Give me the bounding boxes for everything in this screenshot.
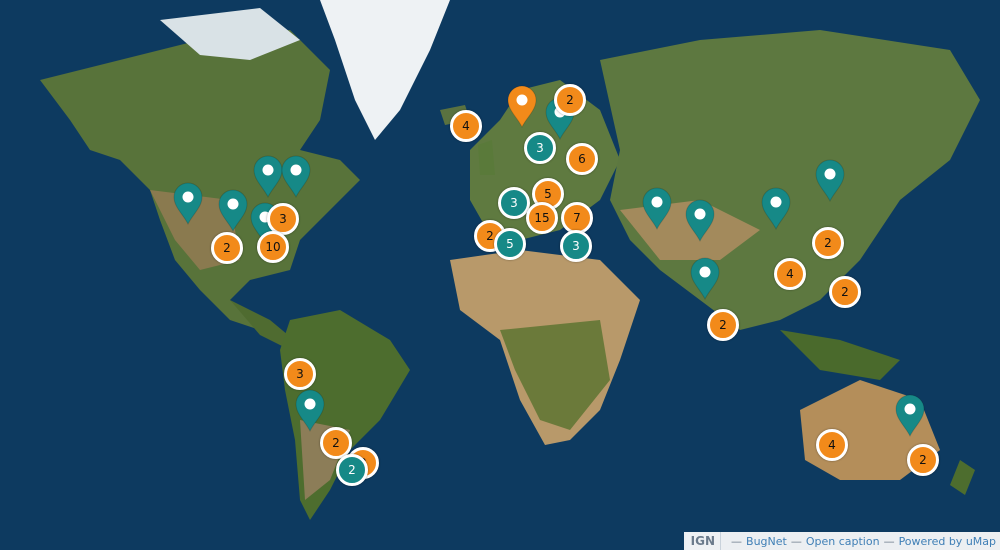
map-pin-marker[interactable] [813,158,847,202]
cluster-count: 2 [332,436,340,450]
marker-cluster[interactable]: 4 [774,258,806,290]
cluster-count: 7 [573,211,581,225]
map-pin-marker[interactable] [688,256,722,300]
cluster-count: 2 [841,285,849,299]
marker-cluster[interactable]: 3 [560,230,592,262]
attribution-link-open-caption[interactable]: Open caption [806,535,880,548]
cluster-count: 3 [510,196,518,210]
marker-cluster[interactable]: 6 [566,143,598,175]
cluster-count: 2 [919,453,927,467]
cluster-count: 3 [536,141,544,155]
cluster-count: 5 [544,187,552,201]
cluster-count: 6 [578,152,586,166]
marker-cluster[interactable]: 5 [494,228,526,260]
map-pin-marker[interactable] [216,188,250,232]
map-pin-marker[interactable] [640,186,674,230]
marker-cluster[interactable]: 3 [524,132,556,164]
cluster-count: 5 [506,237,514,251]
attribution-link-bugnet[interactable]: BugNet [746,535,787,548]
cluster-count: 15 [534,211,550,225]
marker-cluster[interactable]: 15 [526,202,558,234]
cluster-count: 2 [223,241,231,255]
map-pin-marker[interactable] [279,154,313,198]
cluster-count: 4 [462,119,470,133]
cluster-count: 2 [719,318,727,332]
satellite-basemap[interactable] [0,0,1000,550]
cluster-count: 4 [828,438,836,452]
cluster-count: 2 [824,236,832,250]
marker-cluster[interactable]: 2 [812,227,844,259]
map-attribution: IGN — BugNet — Open caption — Powered by… [683,532,1000,550]
world-map[interactable]: 42365315725332102422322242 IGN — BugNet … [0,0,1000,550]
map-pin-marker[interactable] [683,198,717,242]
marker-cluster[interactable]: 2 [907,444,939,476]
marker-cluster[interactable]: 4 [450,110,482,142]
marker-cluster[interactable]: 2 [829,276,861,308]
marker-cluster[interactable]: 2 [707,309,739,341]
ign-logo: IGN [685,532,722,550]
marker-cluster[interactable]: 2 [336,454,368,486]
cluster-count: 10 [265,240,281,254]
marker-cluster[interactable]: 3 [498,187,530,219]
map-pin-marker[interactable] [759,186,793,230]
cluster-count: 2 [566,93,574,107]
map-pin-marker[interactable] [893,393,927,437]
cluster-count: 4 [786,267,794,281]
map-pin-marker[interactable] [293,388,327,432]
cluster-count: 2 [348,463,356,477]
map-pin-marker[interactable] [505,84,539,128]
cluster-count: 3 [279,212,287,226]
cluster-count: 2 [486,229,494,243]
marker-cluster[interactable]: 10 [257,231,289,263]
attribution-link-powered-by-umap[interactable]: Powered by uMap [899,535,996,548]
marker-cluster[interactable]: 2 [554,84,586,116]
map-pin-marker[interactable] [171,181,205,225]
marker-cluster[interactable]: 3 [284,358,316,390]
cluster-count: 3 [296,367,304,381]
cluster-count: 3 [572,239,580,253]
marker-cluster[interactable]: 2 [211,232,243,264]
marker-cluster[interactable]: 4 [816,429,848,461]
